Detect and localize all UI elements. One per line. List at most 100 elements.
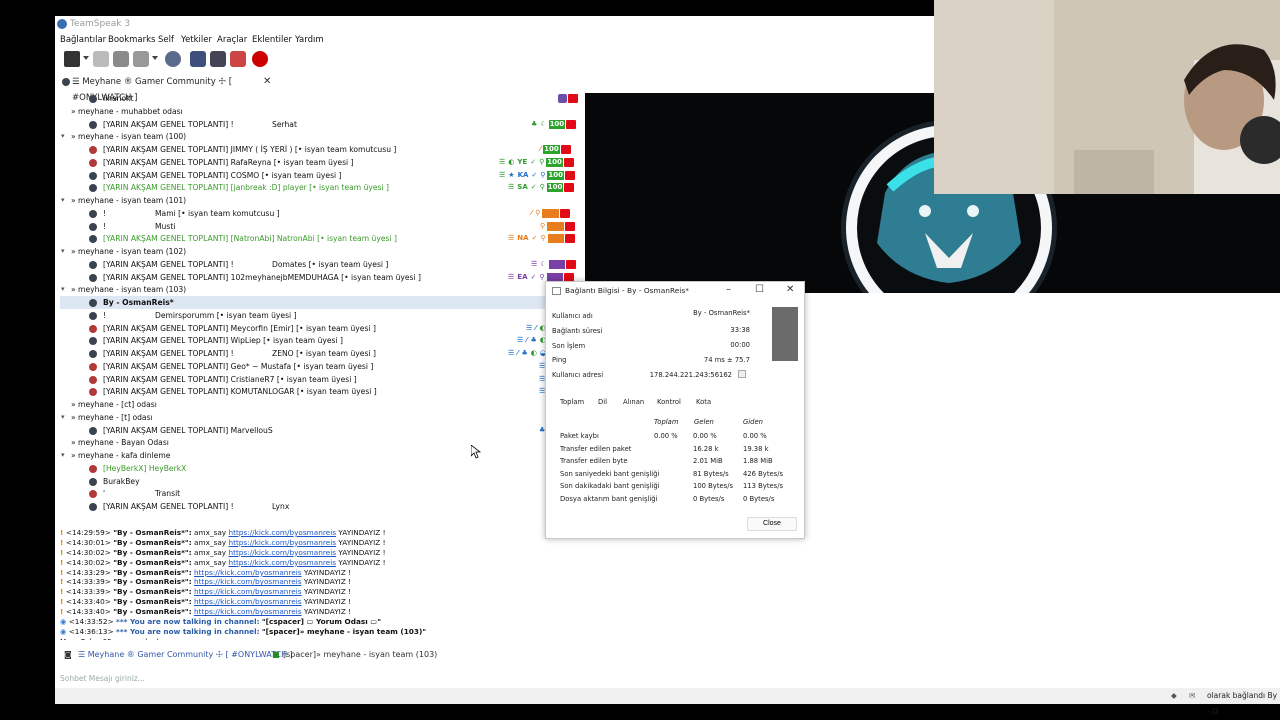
tab-toplam[interactable]: Toplam [560,398,584,406]
user-row[interactable]: [YARIN AKŞAM GENEL TOPLANTI] ! ZENO [• is… [60,347,580,360]
tab-server[interactable]: ☰ Meyhane ® Gamer Community ☩ [ #ONYLWAT… [60,74,271,103]
user-row[interactable]: [YARIN AKŞAM GENEL TOPLANTI] ! Domates [•… [60,258,580,271]
chat-link[interactable]: https://kick.com/byosmanreis [228,528,336,537]
chevron-down-icon[interactable]: ▾ [61,411,65,424]
disconnect-icon[interactable] [93,51,109,67]
chat-link[interactable]: https://kick.com/byosmanreis [194,607,302,616]
user-row[interactable]: ilhanokt [60,92,580,105]
user-row[interactable]: !Demirsporumm [• isyan team üyesi ]☰⚲ [60,309,580,322]
chat-user[interactable]: "By - OsmanReis*": [113,538,191,547]
user-row[interactable]: [YARIN AKŞAM GENEL TOPLANTI] [janbreak :… [60,181,580,194]
chat-user[interactable]: "By - OsmanReis*": [113,548,191,557]
chat-link[interactable]: https://kick.com/byosmanreis [194,587,302,596]
tab-server-chat[interactable]: ☰ Meyhane ® Gamer Community ☩ [ #ONYLWAT… [78,648,293,662]
channel-row[interactable]: ▾ » meyhane - isyan team (103) [60,283,580,296]
tab-kota[interactable]: Kota [696,398,711,406]
user-row[interactable]: [YARIN AKŞAM GENEL TOPLANTI] !Lynx♣⚲ [60,500,580,513]
user-row[interactable]: By - OsmanReis*♣ [60,296,580,309]
tab-kontrol[interactable]: Kontrol [657,398,681,406]
user-row[interactable]: [YARIN AKŞAM GENEL TOPLANTI] ! Serhat ♣ ☾ 10… [60,118,580,131]
permission-icon: SA [517,183,528,192]
menu-bookmarks[interactable]: Bookmarks [108,35,156,45]
user-row[interactable]: [YARIN AKŞAM GENEL TOPLANTI] CristianeR7… [60,373,580,386]
close-icon[interactable]: ✕ [786,284,794,295]
channel-row[interactable]: » meyhane - [ct] odası [60,398,580,411]
chevron-down-icon[interactable]: ▾ [61,245,65,258]
chat-user[interactable]: "By - OsmanReis*": [113,577,191,586]
user-row[interactable]: [YARIN AKŞAM GENEL TOPLANTI] [NatronAbi]… [60,232,580,245]
menu-eklentiler[interactable]: Eklentiler [252,35,292,45]
user-row[interactable]: BurakBey [60,475,580,488]
chat-user[interactable]: "By - OsmanReis*": [113,568,191,577]
menu-self[interactable]: Self [158,35,174,45]
user-row[interactable]: [YARIN AKŞAM GENEL TOPLANTI] JIMMY ( İŞ … [60,143,580,156]
user-row[interactable]: [YARIN AKŞAM GENEL TOPLANTI] Geo* ~ Must… [60,360,580,373]
menu-yardim[interactable]: Yardım [295,35,324,45]
settings-gear-icon[interactable] [252,51,268,67]
chat-link[interactable]: https://kick.com/byosmanreis [194,568,302,577]
chat-link[interactable]: https://kick.com/byosmanreis [228,538,336,547]
user-row[interactable]: ! Musti ⚲ 101 [60,220,580,233]
stats-out: 0 Bytes/s [743,495,775,503]
chat-user[interactable]: "By - OsmanReis*": [113,558,191,567]
chat-user[interactable]: "By - OsmanReis*": [113,528,191,537]
stats-out: 426 Bytes/s [743,469,784,478]
close-button[interactable]: Close [747,517,797,531]
channel-row[interactable]: ▾ » meyhane - isyan team (100) [60,130,580,143]
menu-yetkiler[interactable]: Yetkiler [181,35,212,45]
user-row[interactable]: [HeyBerkX] HeyBerkX [60,462,580,475]
user-row[interactable]: [YARIN AKŞAM GENEL TOPLANTI] WipLiep [• … [60,334,580,347]
channel-row[interactable]: » meyhane - Bayan Odası [60,436,580,449]
server-chat-icon: ◙ [64,650,72,659]
chat-user[interactable]: "By - OsmanReis*": [113,587,191,596]
user-row[interactable]: [YARIN AKŞAM GENEL TOPLANTI] 102meyhanej… [60,271,580,284]
chat-input[interactable]: Sohbet Mesajı giriniz... [60,672,1275,686]
user-row[interactable]: [YARIN AKŞAM GENEL TOPLANTI] Meycorfin [… [60,322,580,335]
chat-link[interactable]: https://kick.com/byosmanreis [194,597,302,606]
tab-alinan[interactable]: Alınan [623,398,644,406]
menu-baglantilar[interactable]: Bağlantılar [60,35,106,45]
menu-araclar[interactable]: Araçlar [217,35,247,45]
user-row[interactable]: [YARIN AKŞAM GENEL TOPLANTI] KOMUTANLOGA… [60,385,580,398]
chevron-down-icon[interactable]: ▾ [61,449,65,462]
user-name: [YARIN AKŞAM GENEL TOPLANTI] JIMMY ( İŞ … [103,145,397,154]
chevron-down-icon[interactable]: ▾ [61,130,65,143]
chat-link[interactable]: https://kick.com/byosmanreis [228,558,336,567]
chevron-down-icon[interactable]: ▾ [61,283,65,296]
user-row[interactable]: 'Transit♣⚲ [60,487,580,500]
copy-icon[interactable] [738,370,746,378]
channel-row[interactable]: ▾ » meyhane - [t] odası [60,411,580,424]
channel-row[interactable]: ▾ » meyhane - isyan team (101) [60,194,580,207]
away-icon[interactable] [165,51,181,67]
tab-channel-chat[interactable]: [spacer]» meyhane - isyan team (103) [283,648,437,662]
channel-name: » meyhane - [ct] odası [71,400,157,409]
user-row[interactable]: [YARIN AKŞAM GENEL TOPLANTI] RafaReyna [… [60,156,580,169]
chevron-down-icon[interactable] [83,56,89,60]
chat-link[interactable]: https://kick.com/byosmanreis [194,577,302,586]
ban-list-icon[interactable] [230,51,246,67]
contacts-icon[interactable] [190,51,206,67]
chevron-down-icon[interactable] [152,56,158,60]
chat-user[interactable]: "By - OsmanReis*": [113,597,191,606]
connect-icon[interactable] [64,51,80,67]
user-row[interactable]: ! Mami [• isyan team komutcusu ] ⁄ ⚲ 101 [60,207,580,220]
permissions-icon[interactable] [210,51,226,67]
tab-dil[interactable]: Dil [598,398,607,406]
chat-channel-name[interactable]: "[spacer]» meyhane - isyan team (103)" [262,627,426,636]
user-nickname: Mami [• isyan team komutcusu ] [155,208,280,218]
mute-microphone-icon[interactable] [113,51,129,67]
channel-row[interactable]: ▾ » meyhane - isyan team (102) [60,245,580,258]
user-row[interactable]: [YARIN AKŞAM GENEL TOPLANTI] MarvellouS ♣… [60,424,580,437]
chat-user[interactable]: "By - OsmanReis*": [113,607,191,616]
stats-in: 2.01 MiB [693,457,723,466]
chevron-down-icon[interactable]: ▾ [61,194,65,207]
chat-link[interactable]: https://kick.com/byosmanreis [228,548,336,557]
channel-row[interactable]: » meyhane - muhabbet odası [60,105,580,118]
chat-channel-name[interactable]: "[cspacer] ▭ Yorum Odası ▭" [262,617,381,626]
maximize-icon[interactable]: ☐ [755,284,764,295]
minimize-icon[interactable]: – [726,284,731,295]
close-icon[interactable]: ✕ [263,74,271,90]
mute-speakers-icon[interactable] [133,51,149,67]
channel-row[interactable]: ▾ » meyhane - kafa dinleme [60,449,580,462]
user-row[interactable]: [YARIN AKŞAM GENEL TOPLANTI] COSMO [• is… [60,169,580,182]
